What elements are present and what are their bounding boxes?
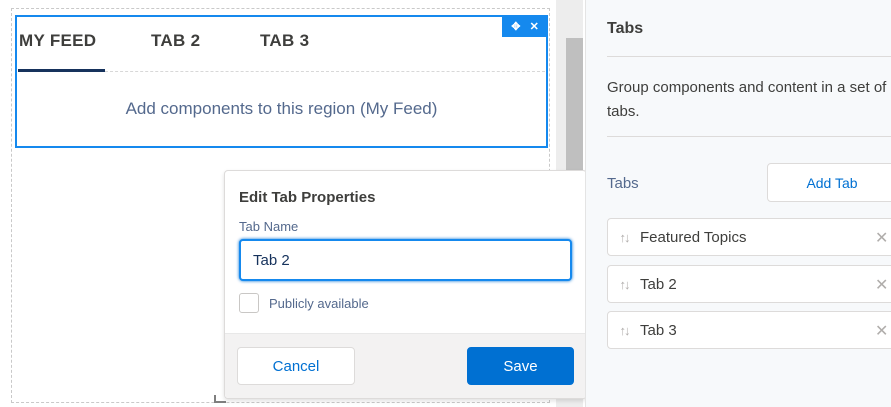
popover-title: Edit Tab Properties [239, 189, 376, 206]
panel-divider [607, 56, 891, 57]
tab-name-input[interactable] [239, 239, 572, 281]
drag-handle-icon[interactable]: ↑↓ [608, 230, 640, 245]
close-icon[interactable]: ✕ [530, 20, 539, 33]
tab-2[interactable]: TAB 2 [151, 31, 200, 51]
publicly-available-checkbox[interactable] [239, 293, 259, 313]
panel-divider [607, 136, 891, 137]
edit-tab-properties-popover: Edit Tab Properties Tab Name Publicly av… [224, 170, 587, 399]
panel-title: Tabs [607, 20, 644, 37]
tab-list-item[interactable]: ↑↓ Featured Topics ✕ [607, 218, 891, 256]
tab-list-item-label: Tab 3 [640, 321, 677, 339]
drag-handle-icon[interactable]: ↑↓ [608, 277, 640, 292]
remove-icon[interactable]: ✕ [875, 275, 888, 295]
property-panel: Tabs Group components and content in a s… [585, 0, 891, 407]
tab-3[interactable]: TAB 3 [260, 31, 309, 51]
remove-icon[interactable]: ✕ [875, 228, 888, 248]
move-icon[interactable]: ✥ [511, 20, 520, 33]
add-tab-button[interactable]: Add Tab [767, 163, 891, 202]
tab-list-item[interactable]: ↑↓ Tab 2 ✕ [607, 265, 891, 303]
publicly-available-row[interactable]: Publicly available [239, 293, 369, 313]
tab-list-item[interactable]: ↑↓ Tab 3 ✕ [607, 311, 891, 349]
popover-footer: Cancel Save [225, 333, 586, 398]
remove-icon[interactable]: ✕ [875, 321, 888, 341]
save-button[interactable]: Save [467, 347, 574, 385]
active-tab-indicator [18, 69, 105, 72]
drag-handle-icon[interactable]: ↑↓ [608, 323, 640, 338]
tab-bar-divider [105, 71, 545, 72]
tabs-section-label: Tabs [607, 175, 639, 192]
panel-description: Group components and content in a set of… [607, 79, 887, 120]
tab-list-item-label: Tab 2 [640, 275, 677, 293]
component-actions: ✥ ✕ [502, 15, 548, 37]
tab-name-label: Tab Name [239, 219, 299, 234]
region-placeholder-text: Add components to this region (My Feed) [125, 99, 438, 118]
tabs-component[interactable]: MY FEED TAB 2 TAB 3 Add components to th… [15, 15, 548, 148]
cancel-button[interactable]: Cancel [237, 347, 355, 385]
tab-list-item-label: Featured Topics [640, 228, 747, 246]
tab-my-feed[interactable]: MY FEED [19, 31, 96, 51]
publicly-available-label: Publicly available [269, 295, 369, 311]
